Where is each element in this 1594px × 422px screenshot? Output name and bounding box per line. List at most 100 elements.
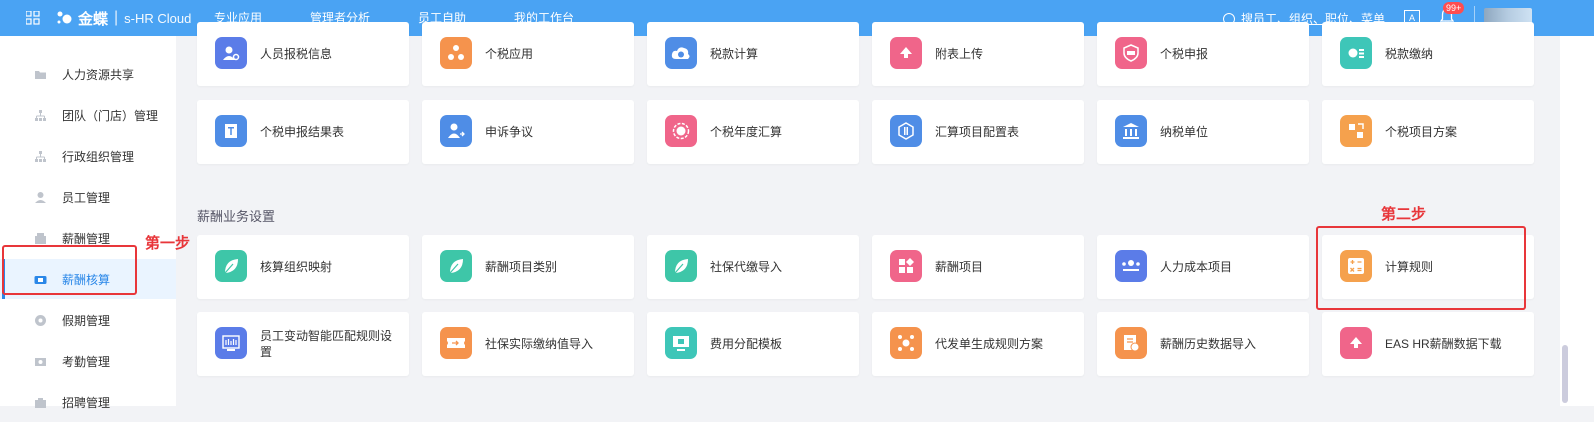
card-tax-calculation[interactable]: 税款计算 xyxy=(647,22,859,86)
kingdee-mark-icon xyxy=(57,11,72,24)
clock-icon xyxy=(35,314,46,326)
bank-icon xyxy=(1115,115,1147,147)
card-label: 税款缴纳 xyxy=(1385,47,1434,61)
card-label: 社保代缴导入 xyxy=(710,260,783,274)
card-hr-cost-item[interactable]: 人力成本项目 xyxy=(1097,235,1309,299)
card-salary-item[interactable]: 薪酬项目 xyxy=(872,235,1084,299)
card-eas-hr-download[interactable]: EAS HR薪酬数据下载 xyxy=(1322,312,1534,376)
card-label: 个税申报 xyxy=(1160,47,1209,61)
card-label: 个税申报结果表 xyxy=(260,125,345,139)
cloud-coin-icon xyxy=(665,37,697,69)
tax-shield-icon xyxy=(1115,37,1147,69)
user-icon xyxy=(35,191,46,203)
step1-label: 第一步 xyxy=(145,235,191,252)
section-title-payroll-settings: 薪酬业务设置 xyxy=(197,209,276,224)
upload-icon xyxy=(890,37,922,69)
card-label: 费用分配模板 xyxy=(710,337,783,351)
org-icon xyxy=(35,150,46,162)
card-label: 个税项目方案 xyxy=(1385,125,1458,139)
blocks-icon xyxy=(890,250,922,282)
pay-icon xyxy=(1340,37,1372,69)
card-label: 纳税单位 xyxy=(1160,125,1209,139)
sidebar-item-team-store[interactable]: 团队（门店）管理 xyxy=(0,95,176,135)
card-smart-match-rules[interactable]: 员工变动智能匹配规则设置 xyxy=(197,312,409,376)
monitor-icon xyxy=(665,327,697,359)
kingdee-logo[interactable]: 金蝶 | s-HR Cloud xyxy=(56,8,191,28)
card-label: 核算组织映射 xyxy=(260,260,333,274)
doc-icon xyxy=(215,115,247,147)
card-label: 申诉争议 xyxy=(485,125,534,139)
card-salary-history-import[interactable]: 薪酬历史数据导入 xyxy=(1097,312,1309,376)
leaf-icon xyxy=(665,250,697,282)
card-iit-application[interactable]: 个税应用 xyxy=(422,22,634,86)
briefcase-icon xyxy=(35,397,46,408)
brand-separator: | xyxy=(114,9,119,26)
card-attachment-upload[interactable]: 附表上传 xyxy=(872,22,1084,86)
card-payment-order-rules[interactable]: 代发单生成规则方案 xyxy=(872,312,1084,376)
card-label: 个税应用 xyxy=(485,47,534,61)
card-iit-item-plan[interactable]: 个税项目方案 xyxy=(1322,100,1534,164)
card-label: 汇算项目配置表 xyxy=(935,125,1020,139)
leaf-icon xyxy=(215,250,247,282)
import-icon xyxy=(440,327,472,359)
card-settlement-config[interactable]: 汇算项目配置表 xyxy=(872,100,1084,164)
generate-icon xyxy=(890,327,922,359)
card-label: EAS HR薪酬数据下载 xyxy=(1385,337,1502,351)
brand-name: 金蝶 xyxy=(78,10,109,28)
card-label: 社保实际缴纳值导入 xyxy=(485,337,594,351)
sidebar-item-label: 团队（门店）管理 xyxy=(62,108,159,123)
sidebar-item-admin-org[interactable]: 行政组织管理 xyxy=(0,136,176,176)
sidebar-item-attendance[interactable]: 考勤管理 xyxy=(0,341,176,381)
card-label: 薪酬项目 xyxy=(935,260,984,274)
sidebar-item-employee[interactable]: 员工管理 xyxy=(0,177,176,217)
nodes-icon xyxy=(440,37,472,69)
folder-icon xyxy=(35,70,46,79)
person-appeal-icon xyxy=(440,115,472,147)
card-cost-allocation-template[interactable]: 费用分配模板 xyxy=(647,312,859,376)
card-label: 个税年度汇算 xyxy=(710,125,783,139)
step2-highlight-box xyxy=(1316,226,1526,310)
person-gear-icon xyxy=(215,37,247,69)
card-label: 代发单生成规则方案 xyxy=(935,337,1044,351)
org-icon xyxy=(35,109,46,121)
card-social-actual-import[interactable]: 社保实际缴纳值导入 xyxy=(422,312,634,376)
app-grid-icon[interactable] xyxy=(26,11,40,25)
card-iit-result-table[interactable]: 个税申报结果表 xyxy=(197,100,409,164)
scrollbar-thumb[interactable] xyxy=(1562,345,1568,403)
plan-icon xyxy=(1340,115,1372,147)
card-tax-unit[interactable]: 纳税单位 xyxy=(1097,100,1309,164)
main-content: 人员报税信息 个税应用 税款计算 附表上传 个税申报 税款缴纳 个税申报结果表 … xyxy=(176,22,1560,406)
card-annual-settlement[interactable]: 个税年度汇算 xyxy=(647,100,859,164)
card-label: 薪酬历史数据导入 xyxy=(1160,337,1257,351)
card-label: 人员报税信息 xyxy=(260,47,333,61)
card-label: 税款计算 xyxy=(710,47,759,61)
card-tax-payment[interactable]: 税款缴纳 xyxy=(1322,22,1534,86)
sidebar-item-recruitment[interactable]: 招聘管理 xyxy=(0,382,176,422)
card-label: 附表上传 xyxy=(935,47,984,61)
yen-circle-icon xyxy=(665,115,697,147)
sidebar-item-label: 员工管理 xyxy=(62,190,111,205)
camera-icon xyxy=(35,357,46,366)
sidebar-item-leave[interactable]: 假期管理 xyxy=(0,300,176,340)
card-social-security-import[interactable]: 社保代缴导入 xyxy=(647,235,859,299)
card-calc-org-mapping[interactable]: 核算组织映射 xyxy=(197,235,409,299)
sidebar-item-hr-shared[interactable]: 人力资源共享 xyxy=(0,54,176,94)
sidebar-item-label: 假期管理 xyxy=(62,313,111,328)
team-icon xyxy=(1115,250,1147,282)
card-label: 人力成本项目 xyxy=(1160,260,1233,274)
download-icon xyxy=(1340,327,1372,359)
wallet-icon xyxy=(35,232,46,244)
product-name: s-HR Cloud xyxy=(124,10,192,26)
card-salary-item-category[interactable]: 薪酬项目类别 xyxy=(422,235,634,299)
rule-icon xyxy=(215,327,247,359)
card-iit-declaration[interactable]: 个税申报 xyxy=(1097,22,1309,86)
card-taxpayer-info[interactable]: 人员报税信息 xyxy=(197,22,409,86)
card-label: 薪酬项目类别 xyxy=(485,260,558,274)
step2-label: 第二步 xyxy=(1381,206,1427,223)
card-appeal-dispute[interactable]: 申诉争议 xyxy=(422,100,634,164)
sidebar-item-label: 招聘管理 xyxy=(62,395,111,410)
sidebar-item-label: 考勤管理 xyxy=(62,354,111,369)
config-icon xyxy=(890,115,922,147)
sidebar-item-label: 薪酬管理 xyxy=(62,231,111,246)
sidebar-item-label: 人力资源共享 xyxy=(62,67,135,82)
